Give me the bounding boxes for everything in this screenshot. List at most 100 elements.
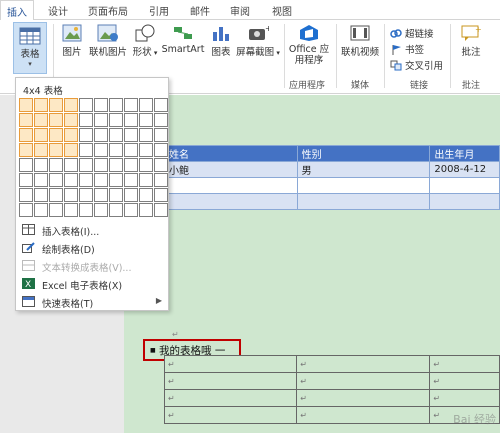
grid-cell[interactable] (94, 128, 108, 142)
grid-cell[interactable] (64, 203, 78, 217)
grid-cell[interactable] (49, 128, 63, 142)
grid-cell[interactable] (124, 113, 138, 127)
table-cell[interactable]: ↵ (296, 389, 431, 407)
grid-cell[interactable] (124, 98, 138, 112)
grid-cell[interactable] (79, 203, 93, 217)
chart-button[interactable]: 图表 (208, 24, 234, 58)
table-cell[interactable]: ↵ (163, 406, 298, 424)
grid-cell[interactable] (109, 188, 123, 202)
grid-cell[interactable] (34, 188, 48, 202)
table-cell[interactable] (429, 193, 500, 210)
grid-cell[interactable] (139, 143, 153, 157)
smartart-button[interactable]: SmartArt (160, 24, 206, 55)
table-cell[interactable]: ↵ (163, 389, 298, 407)
grid-cell[interactable] (139, 158, 153, 172)
grid-cell[interactable] (19, 173, 33, 187)
grid-cell[interactable] (64, 188, 78, 202)
grid-cell[interactable] (139, 188, 153, 202)
table-cell[interactable]: 男 (296, 161, 431, 178)
grid-cell[interactable] (94, 143, 108, 157)
table-cell[interactable]: ↵ (429, 372, 500, 390)
grid-cell[interactable] (109, 158, 123, 172)
grid-cell[interactable] (49, 203, 63, 217)
table-cell[interactable]: ↵ (296, 355, 431, 373)
table-header-cell[interactable]: 性别 (296, 145, 431, 162)
grid-cell[interactable] (79, 173, 93, 187)
table-cell[interactable]: ↵ (296, 406, 431, 424)
table-cell[interactable] (296, 177, 431, 194)
grid-cell[interactable] (154, 98, 168, 112)
grid-cell[interactable] (154, 203, 168, 217)
bookmark-button[interactable]: 书签 (390, 42, 424, 58)
grid-cell[interactable] (19, 128, 33, 142)
grid-cell[interactable] (94, 173, 108, 187)
menu-item-text-to-table[interactable]: 文本转换成表格(V)... (22, 258, 166, 275)
grid-cell[interactable] (154, 173, 168, 187)
grid-cell[interactable] (64, 98, 78, 112)
grid-cell[interactable] (109, 143, 123, 157)
grid-cell[interactable] (19, 113, 33, 127)
grid-cell[interactable] (139, 128, 153, 142)
table-button[interactable]: 表格 ▾ (13, 22, 47, 74)
grid-cell[interactable] (94, 158, 108, 172)
grid-cell[interactable] (139, 203, 153, 217)
grid-cell[interactable] (79, 188, 93, 202)
grid-cell[interactable] (79, 158, 93, 172)
grid-cell[interactable] (139, 113, 153, 127)
grid-cell[interactable] (34, 113, 48, 127)
grid-cell[interactable] (79, 113, 93, 127)
grid-cell[interactable] (64, 113, 78, 127)
grid-cell[interactable] (124, 128, 138, 142)
table-header-cell[interactable]: 姓名 (164, 145, 298, 162)
grid-cell[interactable] (109, 128, 123, 142)
menu-item-excel-spreadsheet[interactable]: X Excel 电子表格(X) (22, 276, 166, 293)
tab-page-layout[interactable]: 页面布局 (88, 3, 128, 18)
grid-cell[interactable] (154, 158, 168, 172)
grid-cell[interactable] (79, 98, 93, 112)
grid-cell[interactable] (34, 98, 48, 112)
table-cell[interactable]: ↵ (296, 372, 431, 390)
picture-button[interactable]: 图片 (58, 24, 86, 58)
grid-cell[interactable] (49, 158, 63, 172)
crossref-button[interactable]: 交叉引用 (390, 58, 443, 74)
grid-cell[interactable] (49, 113, 63, 127)
screenshot-button[interactable]: + 屏幕截图 ▾ (236, 24, 280, 58)
online-picture-button[interactable]: 联机图片 (88, 24, 128, 58)
table-cell[interactable] (164, 177, 298, 194)
grid-cell[interactable] (154, 143, 168, 157)
table-cell[interactable]: 2008-4-12 (429, 161, 500, 178)
styled-table[interactable]: 姓名 性别 出生年月 小鲍 男 2008-4-12 (164, 145, 500, 210)
table-cell[interactable] (164, 193, 298, 210)
grid-cell[interactable] (34, 128, 48, 142)
grid-cell[interactable] (19, 188, 33, 202)
online-video-button[interactable]: 联机视频 (340, 24, 380, 58)
grid-cell[interactable] (94, 203, 108, 217)
grid-cell[interactable] (94, 113, 108, 127)
grid-cell[interactable] (139, 98, 153, 112)
grid-cell[interactable] (34, 203, 48, 217)
grid-cell[interactable] (154, 128, 168, 142)
grid-cell[interactable] (79, 128, 93, 142)
shapes-button[interactable]: 形状 ▾ (130, 24, 160, 58)
table-cell[interactable]: ↵ (429, 355, 500, 373)
comment-button[interactable]: + 批注 (456, 24, 486, 58)
grid-cell[interactable] (64, 173, 78, 187)
grid-cell[interactable] (154, 113, 168, 127)
grid-cell[interactable] (34, 143, 48, 157)
grid-cell[interactable] (49, 98, 63, 112)
grid-cell[interactable] (124, 188, 138, 202)
grid-cell[interactable] (19, 203, 33, 217)
table-cell[interactable]: ↵ (429, 389, 500, 407)
grid-cell[interactable] (49, 188, 63, 202)
table-cell[interactable] (296, 193, 431, 210)
grid-cell[interactable] (19, 98, 33, 112)
grid-cell[interactable] (109, 98, 123, 112)
hyperlink-button[interactable]: 超链接 (390, 26, 434, 42)
tab-review[interactable]: 审阅 (230, 3, 250, 18)
table-cell[interactable]: 小鲍 (164, 161, 298, 178)
grid-cell[interactable] (94, 188, 108, 202)
grid-cell[interactable] (34, 173, 48, 187)
office-apps-button[interactable]: Office 应用程序 (287, 24, 331, 66)
tab-mailings[interactable]: 邮件 (190, 3, 210, 18)
grid-cell[interactable] (154, 188, 168, 202)
